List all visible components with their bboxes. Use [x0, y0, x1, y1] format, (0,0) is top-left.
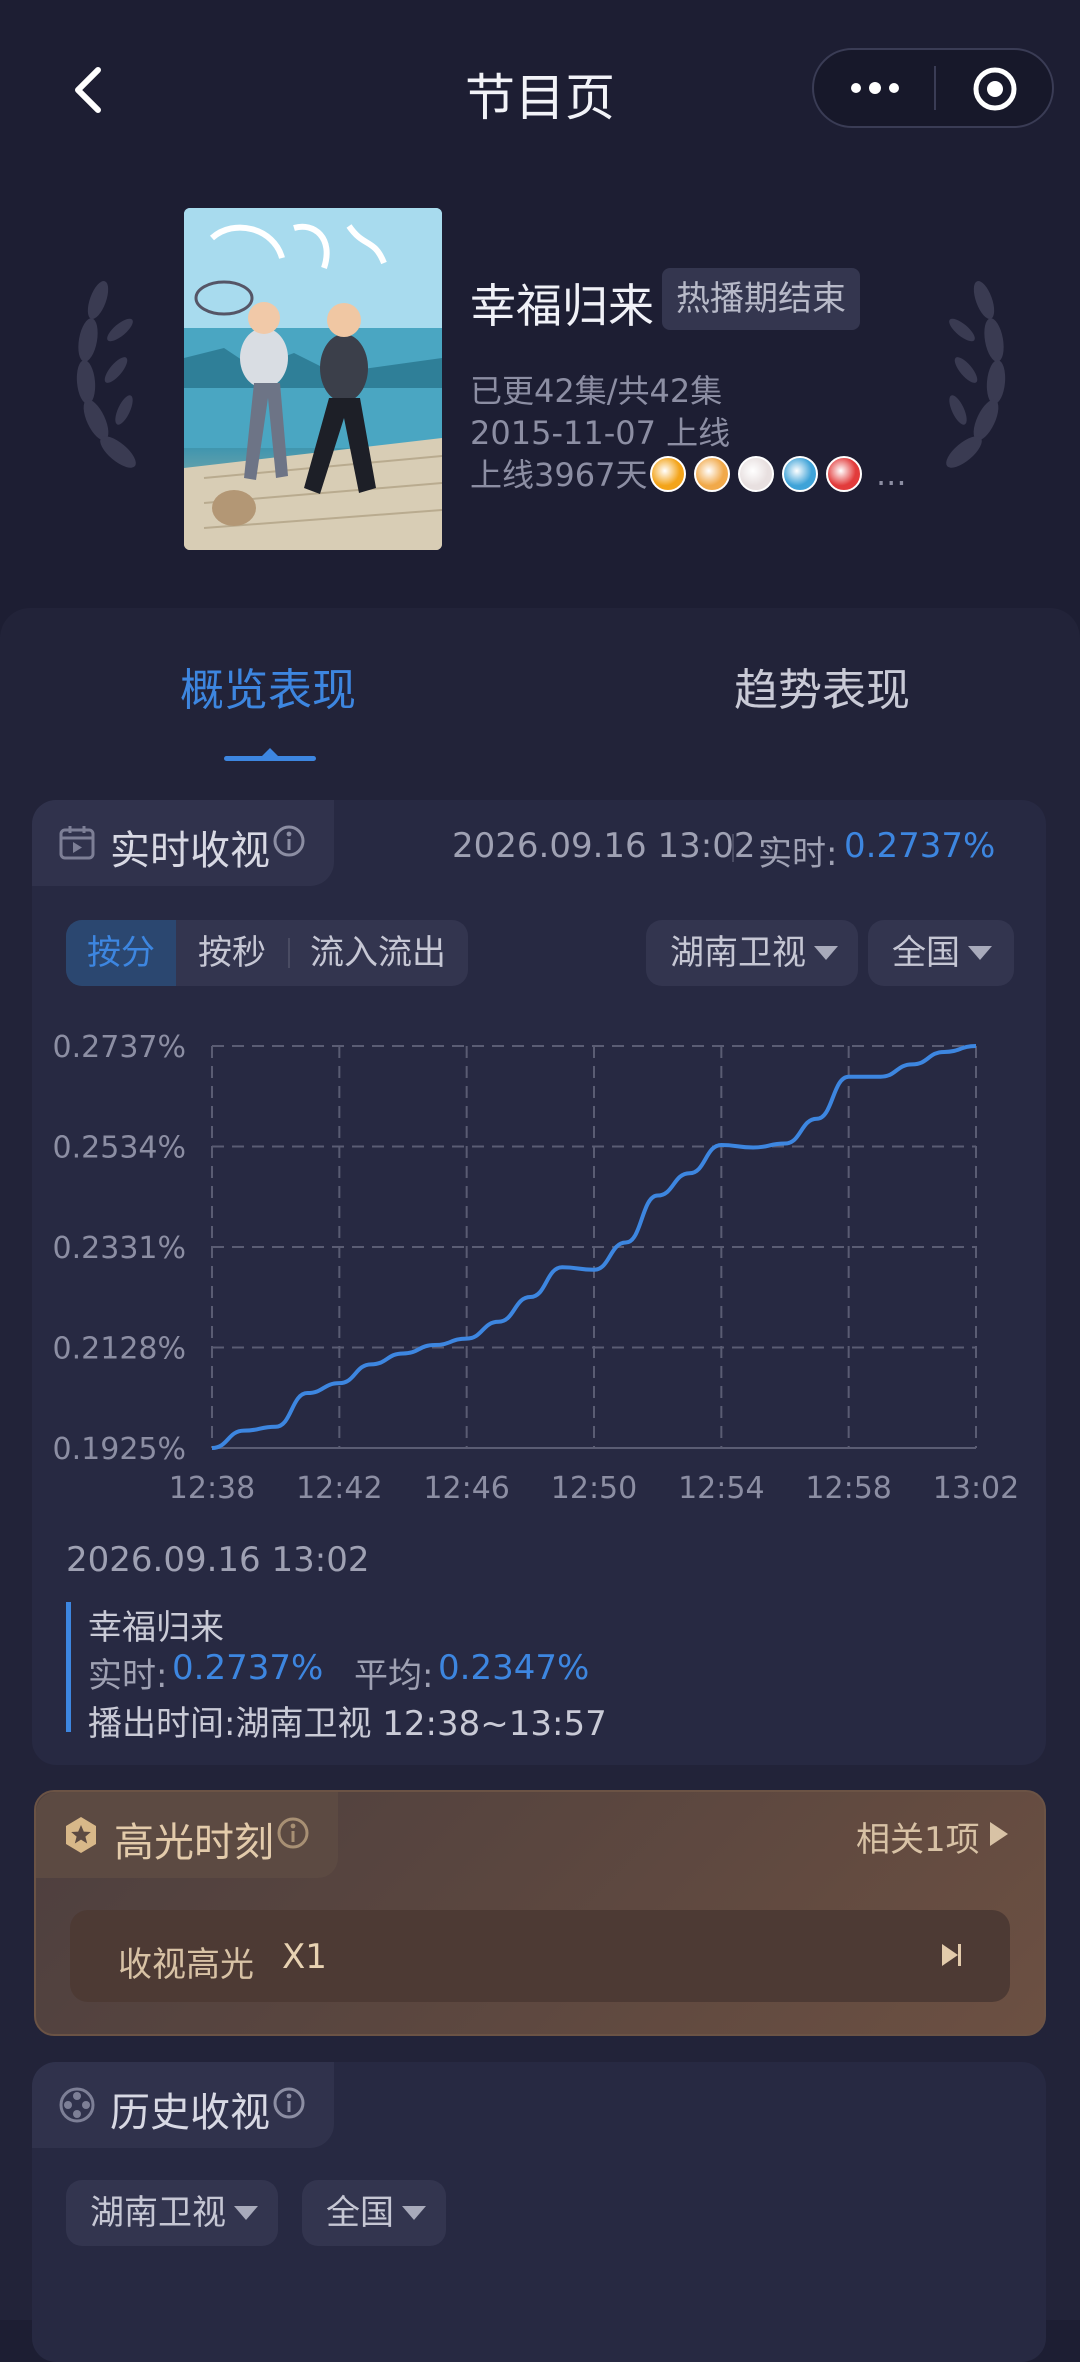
history-region-dropdown[interactable]: 全国 — [302, 2180, 446, 2246]
info-icon[interactable] — [272, 2086, 306, 2120]
tab-overview[interactable]: 概览表现 — [180, 654, 356, 718]
x-tick-label: 12:42 — [296, 1471, 382, 1506]
tab-indicator — [224, 756, 316, 761]
dragon-tv-logo-icon — [826, 456, 862, 492]
more-dots-icon[interactable] — [848, 76, 902, 100]
show-title: 幸福归来 — [470, 279, 654, 333]
target-circle-icon[interactable] — [972, 66, 1018, 112]
realtime-title: 实时收视 — [110, 828, 270, 874]
tab-trend[interactable]: 趋势表现 — [734, 654, 910, 718]
realtime-label: 实时: — [758, 834, 838, 874]
y-tick-label: 0.1925% — [53, 1432, 186, 1467]
region-dropdown-label: 全国 — [892, 933, 960, 973]
jiangsu-tv-logo-icon — [738, 456, 774, 492]
history-channel-label: 湖南卫视 — [90, 2193, 226, 2233]
realtime-line-chart[interactable]: 0.1925% 0.2128% 0.2331% 0.2534% 0.2737% 12:38… — [40, 1010, 1040, 1520]
next-arrow-icon[interactable] — [942, 1944, 958, 1966]
x-tick-label: 12:46 — [423, 1471, 509, 1506]
mode-per-second[interactable]: 按秒 — [176, 920, 288, 986]
realtime-timestamp: 2026.09.16 13:02 — [452, 826, 756, 866]
detail-realtime-value: 0.2737% — [172, 1648, 324, 1688]
zhejiang-tv-logo-icon — [782, 456, 818, 492]
highlight-card-header: 高光时刻 — [36, 1792, 338, 1878]
detail-airtime: 播出时间:湖南卫视 12:38~13:57 — [88, 1704, 607, 1744]
x-tick-label: 12:58 — [805, 1471, 891, 1506]
info-icon[interactable] — [276, 1816, 310, 1850]
info-icon[interactable] — [272, 824, 306, 858]
premiere-date: 2015-11-07 上线 — [470, 414, 731, 452]
mode-per-minute[interactable]: 按分 — [66, 920, 176, 986]
caret-down-icon — [402, 2206, 426, 2220]
y-tick-label: 0.2128% — [53, 1332, 186, 1367]
next-arrow-bar — [958, 1944, 961, 1966]
detail-realtime-label: 实时: — [88, 1656, 168, 1696]
caret-down-icon — [814, 946, 838, 960]
caret-down-icon — [234, 2206, 258, 2220]
region-dropdown[interactable]: 全国 — [868, 920, 1014, 986]
detail-show-name: 幸福归来 — [88, 1608, 224, 1648]
calendar-play-icon — [59, 826, 95, 860]
channel-dropdown[interactable]: 湖南卫视 — [646, 920, 858, 986]
shenzhen-tv-logo-icon — [694, 456, 730, 492]
realtime-card-header: 实时收视 — [32, 800, 334, 886]
mode-flow[interactable]: 流入流出 — [288, 920, 468, 986]
mini-program-capsule — [812, 48, 1054, 128]
x-tick-label: 12:54 — [678, 1471, 764, 1506]
detail-average-value: 0.2347% — [438, 1648, 590, 1688]
laurel-right-icon — [946, 281, 1006, 468]
film-reel-icon — [59, 2087, 95, 2123]
y-tick-label: 0.2737% — [53, 1030, 186, 1065]
highlight-title: 高光时刻 — [114, 1820, 274, 1866]
divider — [732, 834, 734, 862]
history-title: 历史收视 — [110, 2090, 270, 2136]
x-tick-label: 12:38 — [169, 1471, 255, 1506]
highlight-item-label: 收视高光 — [118, 1945, 254, 1985]
channel-logos[interactable]: ... — [650, 454, 907, 494]
realtime-value: 0.2737% — [844, 826, 996, 866]
x-tick-label: 12:50 — [551, 1471, 637, 1506]
status-badge: 热播期结束 — [662, 268, 860, 330]
poster-artwork — [184, 208, 442, 550]
detail-average-label: 平均: — [354, 1656, 434, 1696]
show-poster[interactable] — [184, 208, 442, 550]
logos-more[interactable]: ... — [876, 455, 907, 493]
detail-timestamp: 2026.09.16 13:02 — [66, 1540, 370, 1580]
tab-indicator-notch — [262, 748, 278, 756]
days-online: 上线3967天 — [470, 456, 648, 494]
y-tick-label: 0.2331% — [53, 1231, 186, 1266]
x-tick-label: 13:02 — [933, 1471, 1019, 1506]
y-tick-label: 0.2534% — [53, 1131, 186, 1166]
play-arrow-icon[interactable] — [990, 1822, 1008, 1846]
mode-segmented-control: 按分 按秒 流入流出 — [66, 920, 468, 986]
hunan-tv-logo-icon — [650, 456, 686, 492]
history-card-header: 历史收视 — [32, 2062, 334, 2148]
star-badge-icon — [66, 1817, 96, 1853]
episode-count: 已更42集/共42集 — [470, 372, 723, 410]
history-region-label: 全国 — [326, 2193, 394, 2233]
highlight-item-count: X1 — [282, 1937, 327, 1977]
laurel-left-icon — [76, 281, 136, 468]
caret-down-icon — [968, 946, 992, 960]
detail-accent-bar — [66, 1602, 71, 1732]
highlight-related-link[interactable]: 相关1项 — [856, 1812, 980, 1861]
history-channel-dropdown[interactable]: 湖南卫视 — [66, 2180, 278, 2246]
channel-dropdown-label: 湖南卫视 — [670, 933, 806, 973]
